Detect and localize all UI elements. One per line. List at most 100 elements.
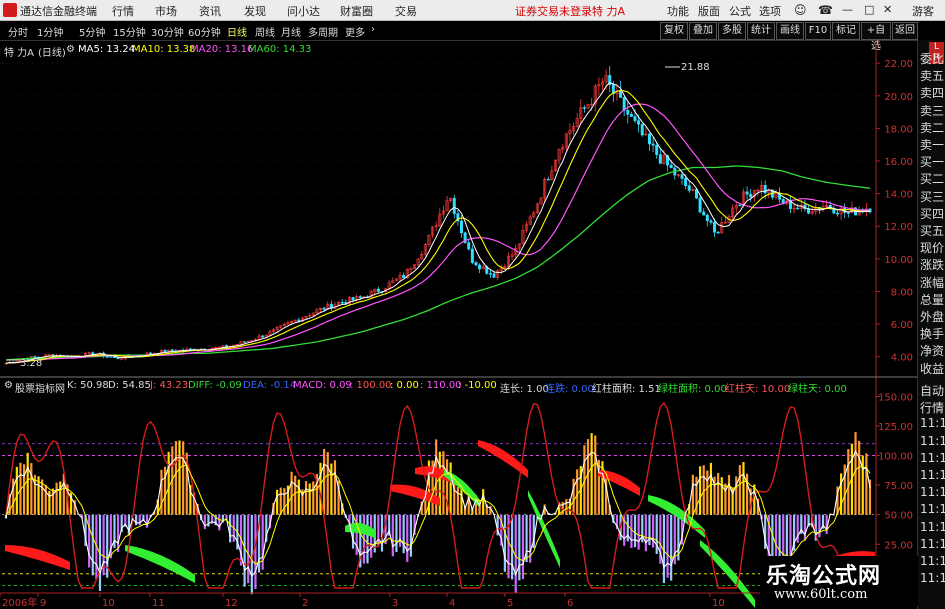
side-tick-item[interactable]: 11:1 (920, 502, 945, 516)
login-status[interactable]: 证券交易未登录 (515, 3, 592, 19)
side-tick-item[interactable]: 行情 (920, 399, 944, 416)
period-tab-multi[interactable]: 多周期 (308, 24, 338, 39)
user-icon[interactable]: ☺ (794, 3, 807, 17)
indicator-tick-label: 125.00 (878, 422, 913, 433)
side-quote-item[interactable]: 涨跌 (920, 256, 944, 273)
side-quote-item[interactable]: 现价 (920, 239, 944, 256)
period-tab-1min[interactable]: 1分钟 (37, 24, 63, 39)
candle-body (105, 356, 109, 358)
menu-item-trade[interactable]: 交易 (395, 3, 417, 19)
side-tick-item[interactable]: 11:1 (920, 554, 945, 568)
restore-rights-button[interactable]: 复权 (660, 22, 688, 40)
side-tick-item[interactable]: 11:1 (920, 434, 945, 448)
side-tick-item[interactable]: 11:1 (920, 485, 945, 499)
price-grid (2, 62, 876, 358)
indicator-settings-icon[interactable]: ⚙ (4, 380, 13, 391)
indicator-axis: 150.00 125.00 100.00 75.00 50.00 25.00 (876, 392, 913, 551)
candle-body (109, 356, 113, 358)
side-quote-item[interactable]: 买四 (920, 205, 944, 222)
menu-item-layout[interactable]: 版面 (698, 3, 720, 19)
side-quote-item[interactable]: 涨幅 (920, 274, 944, 291)
side-tick-item[interactable]: 11:1 (920, 537, 945, 551)
side-quote-item[interactable]: 买二 (920, 170, 944, 187)
side-quote-item[interactable]: 卖二 (920, 119, 944, 136)
period-tab-monthly[interactable]: 月线 (281, 24, 301, 39)
app-logo (3, 3, 17, 17)
side-quote-item[interactable]: 换手 (920, 325, 944, 342)
menu-item-options[interactable]: 选项 (759, 3, 781, 19)
period-tab-15min[interactable]: 15分钟 (113, 24, 146, 39)
phone-icon[interactable]: ☎ (818, 3, 833, 17)
side-tick-item[interactable]: 自动 (920, 382, 944, 399)
side-quote-item[interactable]: 净资 (920, 342, 944, 359)
candle-body (640, 123, 644, 136)
minimize-icon[interactable]: — (842, 3, 853, 16)
menu-item-wealth[interactable]: 财富圈 (340, 3, 373, 19)
period-tab-timeshare[interactable]: 分时 (8, 24, 28, 39)
statistics-button[interactable]: 统计 (747, 22, 775, 40)
side-tick-item[interactable]: 11:1 (920, 451, 945, 465)
period-tab-weekly[interactable]: 周线 (255, 24, 275, 39)
menu-item-discover[interactable]: 发现 (244, 3, 266, 19)
side-tick-item[interactable]: 11:1 (920, 571, 945, 585)
side-quote-item[interactable]: 卖一 (920, 136, 944, 153)
f10-button[interactable]: F10 (805, 22, 831, 40)
side-quote-item[interactable]: 买一 (920, 153, 944, 170)
add-watchlist-button[interactable]: +自选 (861, 22, 891, 52)
side-tick-item[interactable]: 11:1 (920, 520, 945, 534)
back-button[interactable]: 返回 (892, 22, 918, 40)
menu-item-function[interactable]: 功能 (667, 3, 689, 19)
candle-body (658, 154, 662, 164)
legend-dea: DEA: -0.14 (243, 380, 297, 391)
guest-label[interactable]: 游客 (912, 3, 934, 19)
side-quote-item[interactable]: 卖三 (920, 102, 944, 119)
indicator-legend: ⚙ 股票指标网 K: 50.98 D: 54.85 J: 43.23 DIFF:… (0, 380, 915, 395)
high-label: 21.88 (681, 62, 710, 73)
menu-item-market[interactable]: 市场 (155, 3, 177, 19)
period-tab-60min[interactable]: 60分钟 (188, 24, 221, 39)
multi-stock-button[interactable]: 多股 (718, 22, 746, 40)
chevron-right-icon[interactable]: › (371, 24, 375, 35)
indicator-tick-label: 50.00 (884, 511, 913, 522)
menu-item-news[interactable]: 资讯 (199, 3, 221, 19)
period-tab-5min[interactable]: 5分钟 (79, 24, 105, 39)
candle-body (633, 116, 637, 121)
candle-body (651, 143, 655, 146)
period-tab-daily[interactable]: 日线 (227, 24, 247, 39)
mark-button[interactable]: 标记 (832, 22, 860, 40)
candle-body (492, 273, 496, 278)
draw-line-button[interactable]: 画线 (776, 22, 804, 40)
close-icon[interactable]: ✕ (883, 3, 892, 16)
side-quote-item[interactable]: 买三 (920, 188, 944, 205)
side-quote-item[interactable]: 收益 (920, 360, 944, 377)
candle-body (669, 164, 673, 169)
menu-item-formula[interactable]: 公式 (729, 3, 751, 19)
side-quote-item[interactable]: 卖四 (920, 84, 944, 101)
candle-body (376, 288, 380, 292)
menu-item-quotes[interactable]: 行情 (112, 3, 134, 19)
side-quote-item[interactable]: 总量 (920, 291, 944, 308)
side-tick-item[interactable]: 11:1 (920, 416, 945, 430)
overlay-button[interactable]: 叠加 (689, 22, 717, 40)
candle-body (459, 220, 463, 234)
indicator-tick-label: 100.00 (878, 452, 913, 463)
side-quote-item[interactable]: 买五 (920, 222, 944, 239)
side-quote-item[interactable]: 委比 (920, 50, 944, 67)
indicator-ribbon (125, 545, 195, 583)
side-tick-item[interactable]: 11:1 (920, 468, 945, 482)
maximize-icon[interactable]: □ (864, 3, 874, 16)
candle-body (680, 174, 684, 179)
candle-body (702, 211, 706, 216)
period-tab-30min[interactable]: 30分钟 (151, 24, 184, 39)
candle-body (488, 273, 492, 275)
candle-body (402, 274, 406, 279)
side-quote-item[interactable]: 卖五 (920, 67, 944, 84)
menu-item-assistant[interactable]: 问小达 (287, 3, 320, 19)
period-tab-more[interactable]: 更多 (345, 24, 365, 39)
candle-body (470, 248, 474, 263)
candle-body (619, 90, 623, 98)
price-tick-label: 4.00 (891, 353, 913, 364)
chart-area[interactable]: 21.88 3.28 22.00 20.00 18.00 16.00 14.00 12.0… (0, 40, 917, 609)
side-quote-item[interactable]: 外盘 (920, 308, 944, 325)
candle-body (243, 341, 247, 343)
